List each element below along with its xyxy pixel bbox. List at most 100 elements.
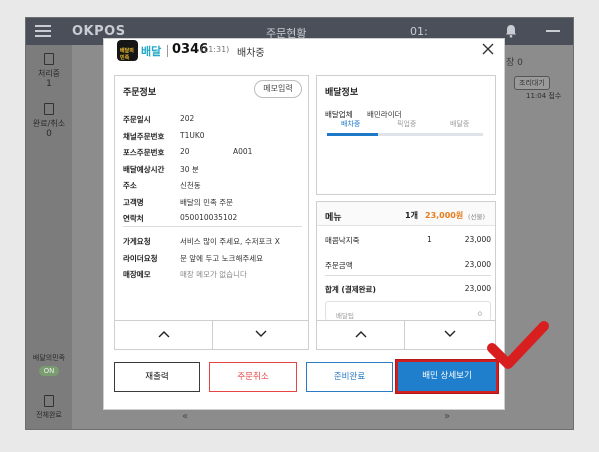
- order-info-key: 고객명: [123, 197, 144, 207]
- reprint-button[interactable]: 재출력: [114, 362, 200, 392]
- delivery-progress-bar: [327, 133, 483, 136]
- rail-processing[interactable]: 처리중 1: [26, 53, 72, 89]
- baemin-logo-text: 배달의민족: [120, 48, 134, 61]
- chevron-up-icon: [355, 331, 366, 338]
- device-frame: OKPOS 주문현황 01: 처리중 1 완료/취소 0 배달의민족 ON 전체…: [0, 0, 599, 452]
- minimize-icon[interactable]: [546, 30, 560, 32]
- header-divider: [167, 45, 168, 57]
- prev-page-icon: «: [182, 411, 189, 422]
- order-info-panel: 주문정보 메모입력 주문일시 202 채널주문번호 T1UK0 포스주문번호 20 A001…: [114, 75, 309, 350]
- order-info-extra: A001: [233, 147, 253, 156]
- background-tab: 장 0: [506, 58, 523, 68]
- next-page-icon: »: [444, 411, 451, 422]
- order-detail-modal: 배달의민족 배달 0346 (11:31) 배차중 주문정보 메모입력 주문일시…: [103, 38, 505, 410]
- left-rail: 처리중 1 완료/취소 0 배달의민족 ON 전체완료: [26, 45, 72, 429]
- ready-complete-button[interactable]: 준비완료: [306, 362, 393, 392]
- request-key: 라이더요청: [123, 253, 158, 263]
- rail-baemin[interactable]: 배달의민족 ON: [26, 353, 72, 376]
- order-info-key: 포스주문번호: [123, 148, 165, 157]
- menu-summary: 메뉴 1개 23,000원 (선불): [317, 202, 495, 226]
- order-info-scroll: [115, 320, 308, 349]
- payment-label: 배달팁: [336, 312, 354, 320]
- sum-label: 합계 (결제완료): [325, 285, 376, 294]
- cook-wait-badge: 조리대기: [514, 76, 550, 90]
- document-icon: [44, 103, 54, 115]
- rail-done-label: 완료/취소: [32, 119, 66, 128]
- delivery-info-title: 배달정보: [325, 88, 359, 98]
- hamburger-icon[interactable]: [35, 25, 51, 37]
- menu-panel: 메뉴 1개 23,000원 (선불) 매콤낙지죽 1 23,000 주문금액 2…: [316, 201, 496, 350]
- close-icon[interactable]: [481, 42, 495, 56]
- order-info-value: T1UK0: [180, 130, 205, 140]
- order-info-key: 주소: [123, 181, 137, 190]
- background-bottom-nav: « »: [72, 408, 573, 429]
- order-info-value: 배달의 민족 주문: [180, 197, 234, 207]
- rail-all-done[interactable]: 전체완료: [26, 395, 72, 420]
- delivery-info-panel: 배달정보 배달업체 배민라이더 배차중 픽업중 배달중: [316, 75, 496, 195]
- payment-box: 배달팁 0: [325, 301, 491, 321]
- divider: [325, 275, 491, 276]
- step-pickup: 픽업중: [397, 120, 417, 128]
- menu-scroll: [317, 320, 495, 349]
- chevron-down-icon: [255, 330, 266, 337]
- order-info-key: 배달예상시간: [123, 164, 165, 174]
- request-key: 가게요청: [123, 237, 151, 246]
- order-time: (11:31): [200, 45, 230, 54]
- menu-scroll-down-button[interactable]: [405, 321, 495, 349]
- order-info-value: 050010035102: [180, 213, 238, 222]
- request-value: 서비스 많이 주세요, 수저포크 X: [180, 237, 280, 246]
- rail-processing-label: 처리중: [37, 69, 61, 78]
- rail-processing-count: 1: [46, 79, 52, 89]
- menu-item-price: 23,000: [464, 235, 491, 244]
- cancel-order-button[interactable]: 주문취소: [209, 362, 297, 392]
- rail-all-done-label: 전체완료: [36, 411, 62, 419]
- step-assigning: 배차중: [341, 120, 361, 128]
- chevron-up-icon: [158, 331, 169, 338]
- channel-label: 배달: [141, 45, 162, 58]
- menu-count: 1개: [405, 211, 418, 220]
- order-info-title: 주문정보: [123, 88, 157, 98]
- modal-header: 배달의민족 배달 0346 (11:31) 배차중: [104, 39, 504, 65]
- scroll-down-button[interactable]: [213, 321, 308, 349]
- chevron-down-icon: [444, 330, 456, 337]
- menu-scroll-up-button[interactable]: [317, 321, 405, 349]
- rail-done-count: 0: [46, 129, 52, 139]
- order-amount-label: 주문금액: [325, 261, 353, 270]
- bell-icon[interactable]: [504, 24, 518, 38]
- order-info-value: 신천동: [180, 181, 201, 190]
- step-delivering: 배달중: [450, 120, 470, 128]
- order-status: 배차중: [237, 48, 265, 59]
- order-info-value: 202: [180, 114, 195, 123]
- order-amount-value: 23,000: [464, 260, 491, 269]
- menu-item-name: 매콤낙지죽: [325, 236, 360, 245]
- divider: [123, 226, 302, 227]
- baemin-toggle[interactable]: ON: [38, 366, 60, 376]
- order-info-key: 채널주문번호: [123, 131, 165, 141]
- order-info-key: 주문일시: [123, 115, 151, 124]
- document-icon: [44, 395, 54, 407]
- order-info-key: 연락처: [123, 214, 144, 223]
- header-time: 01:: [410, 25, 428, 38]
- menu-title: 메뉴: [325, 213, 342, 223]
- order-info-value: 20: [180, 147, 190, 156]
- rail-baemin-label: 배달의민족: [32, 354, 66, 362]
- request-value: 문 앞에 두고 노크해주세요: [180, 253, 264, 263]
- menu-item-qty: 1: [427, 235, 432, 244]
- rail-done[interactable]: 완료/취소 0: [26, 103, 72, 139]
- okpos-logo: OKPOS: [72, 24, 126, 39]
- sum-value: 23,000: [464, 284, 491, 293]
- menu-total: 23,000원: [425, 211, 464, 220]
- document-icon: [44, 53, 54, 65]
- memo-button[interactable]: 메모입력: [254, 80, 302, 98]
- checkmark-icon: [487, 321, 549, 369]
- scroll-up-button[interactable]: [115, 321, 213, 349]
- payment-value: 0: [477, 310, 482, 318]
- request-key: 매장메모: [123, 270, 151, 279]
- baemin-logo: 배달의민족: [117, 40, 138, 61]
- baemin-detail-button[interactable]: 배민 상세보기: [396, 360, 498, 393]
- request-value: 매장 메모가 없습니다: [180, 270, 247, 279]
- received-time: 11:04 접수: [526, 92, 562, 100]
- delivery-progress-fill: [327, 133, 379, 136]
- menu-paid-note: (선불): [468, 213, 486, 221]
- order-info-value: 30 분: [180, 164, 199, 174]
